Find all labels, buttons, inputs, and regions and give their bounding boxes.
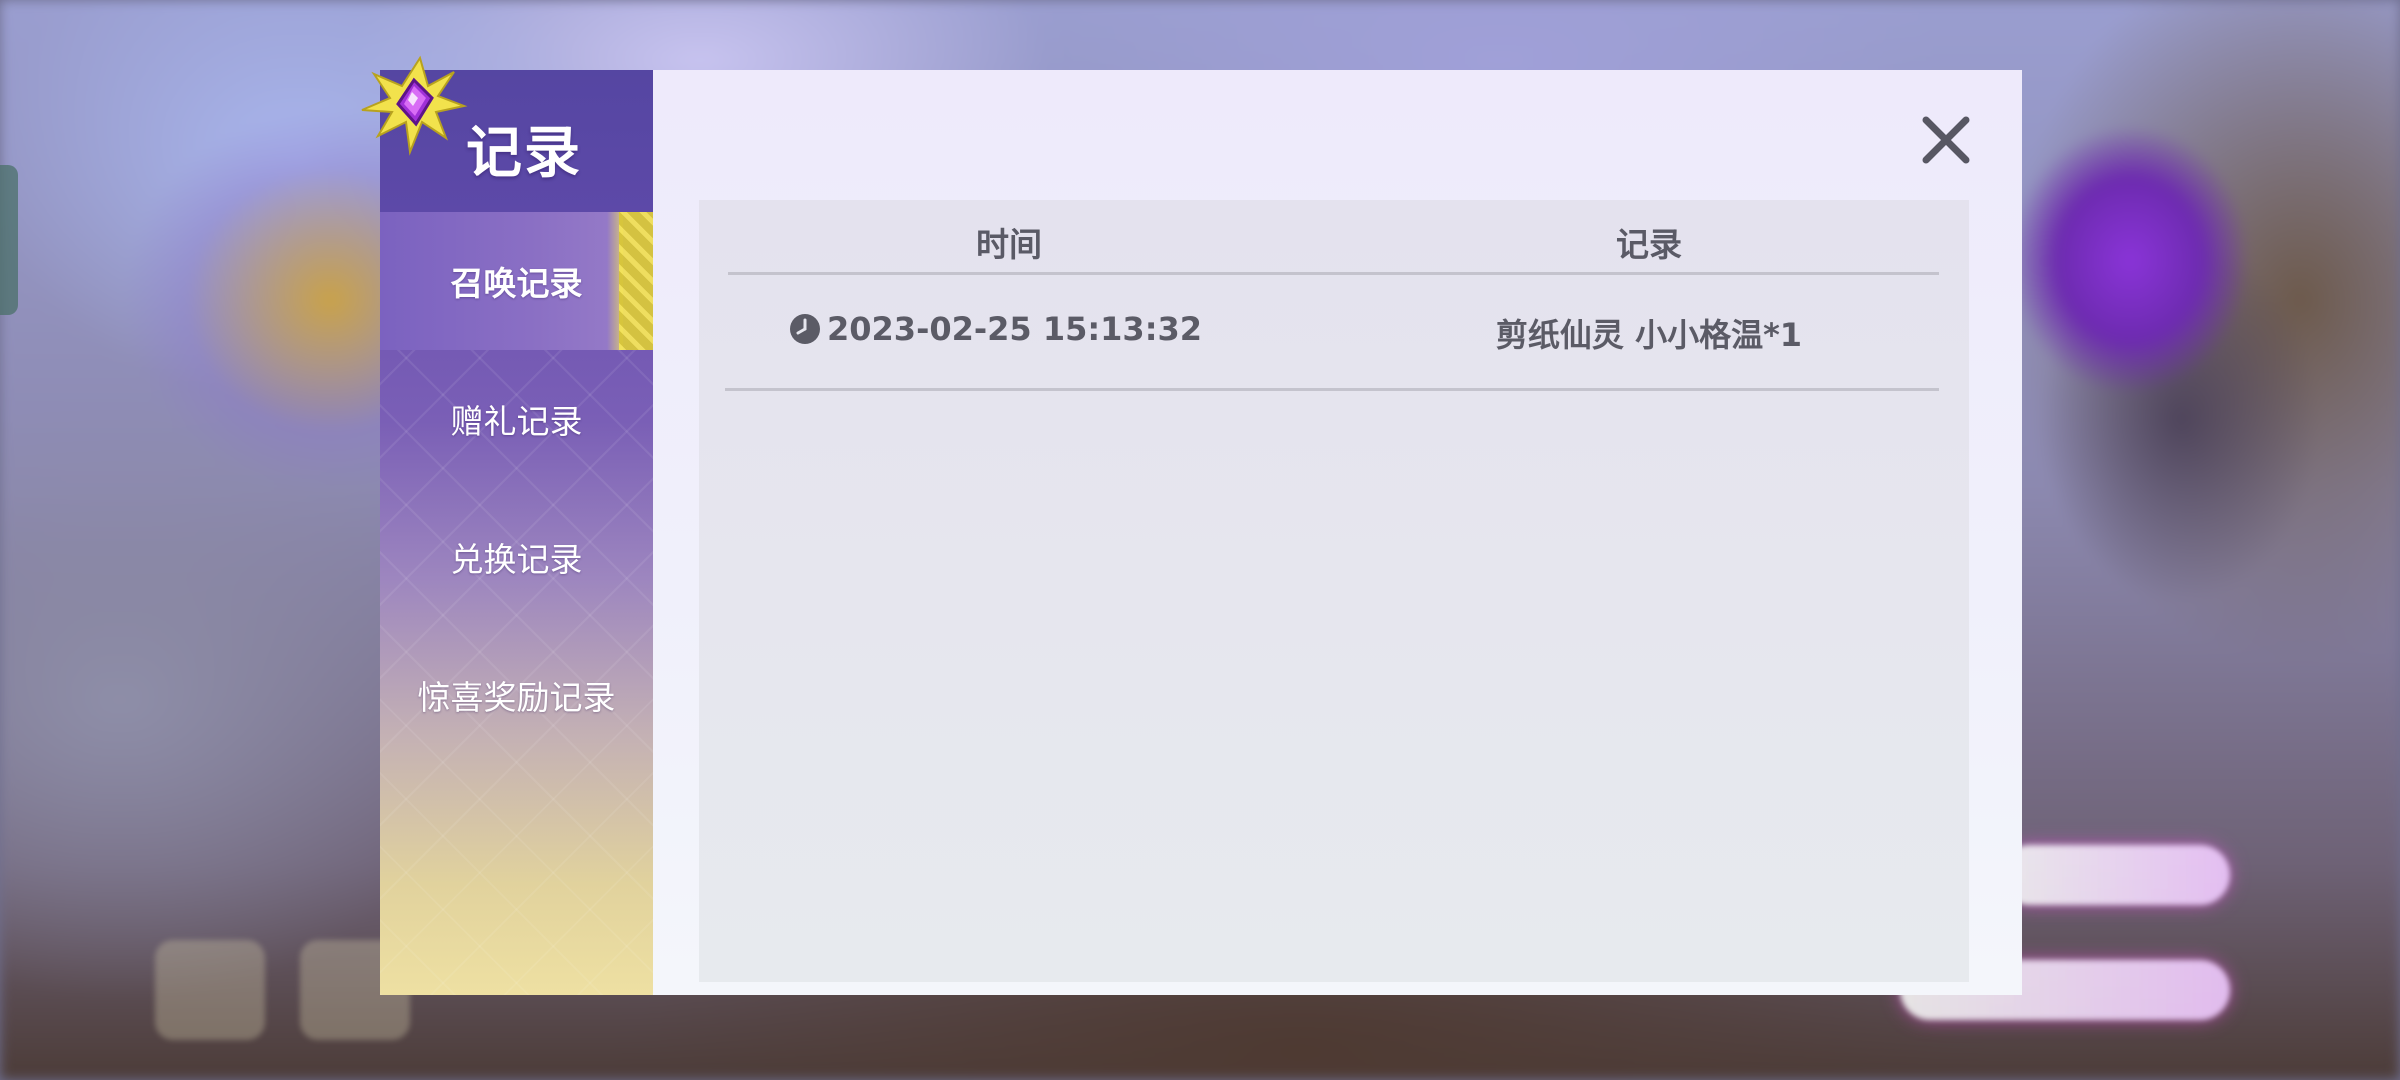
row-time-value: 2023-02-25 15:13:32	[827, 310, 1203, 348]
records-table: 时间 记录 2023-02-25 15:13:32 剪纸仙灵 小小格温*1	[699, 200, 1969, 982]
star-gem-icon	[361, 55, 468, 156]
sidebar-item-gift-records[interactable]: 赠礼记录	[380, 350, 653, 488]
column-header-time: 时间	[976, 225, 1042, 264]
table-row: 2023-02-25 15:13:32 剪纸仙灵 小小格温*1	[699, 310, 1969, 356]
row-time: 2023-02-25 15:13:32	[789, 310, 1209, 348]
records-content: 时间 记录 2023-02-25 15:13:32 剪纸仙灵 小小格温*1	[653, 70, 2022, 995]
sidebar-item-label: 惊喜奖励记录	[417, 678, 616, 717]
edge-tab[interactable]	[0, 165, 18, 315]
sidebar-item-label: 召唤记录	[450, 264, 583, 303]
clock-icon	[790, 314, 820, 344]
row-record: 剪纸仙灵 小小格温*1	[1495, 316, 1803, 354]
background-hud-pill	[2000, 845, 2230, 905]
sidebar: 召唤记录 赠礼记录 兑换记录 惊喜奖励记录	[380, 70, 653, 995]
close-icon[interactable]	[1918, 112, 1974, 168]
records-dialog: 召唤记录 赠礼记录 兑换记录 惊喜奖励记录 记录 时间 记录 2023-02-2…	[361, 55, 2022, 995]
sidebar-item-surprise-reward-records[interactable]: 惊喜奖励记录	[380, 626, 653, 764]
page-title: 记录	[466, 121, 582, 186]
header-divider	[728, 272, 1939, 275]
row-divider	[725, 388, 1939, 391]
sidebar-item-label: 赠礼记录	[450, 402, 583, 441]
sidebar-item-summon-records[interactable]: 召唤记录	[380, 212, 653, 350]
screen: 召唤记录 赠礼记录 兑换记录 惊喜奖励记录 记录 时间 记录 2023-02-2…	[0, 0, 2400, 1080]
column-header-record: 记录	[1616, 225, 1682, 264]
background-hud-button	[155, 940, 265, 1040]
sidebar-item-label: 兑换记录	[450, 540, 583, 579]
sidebar-item-exchange-records[interactable]: 兑换记录	[380, 488, 653, 626]
